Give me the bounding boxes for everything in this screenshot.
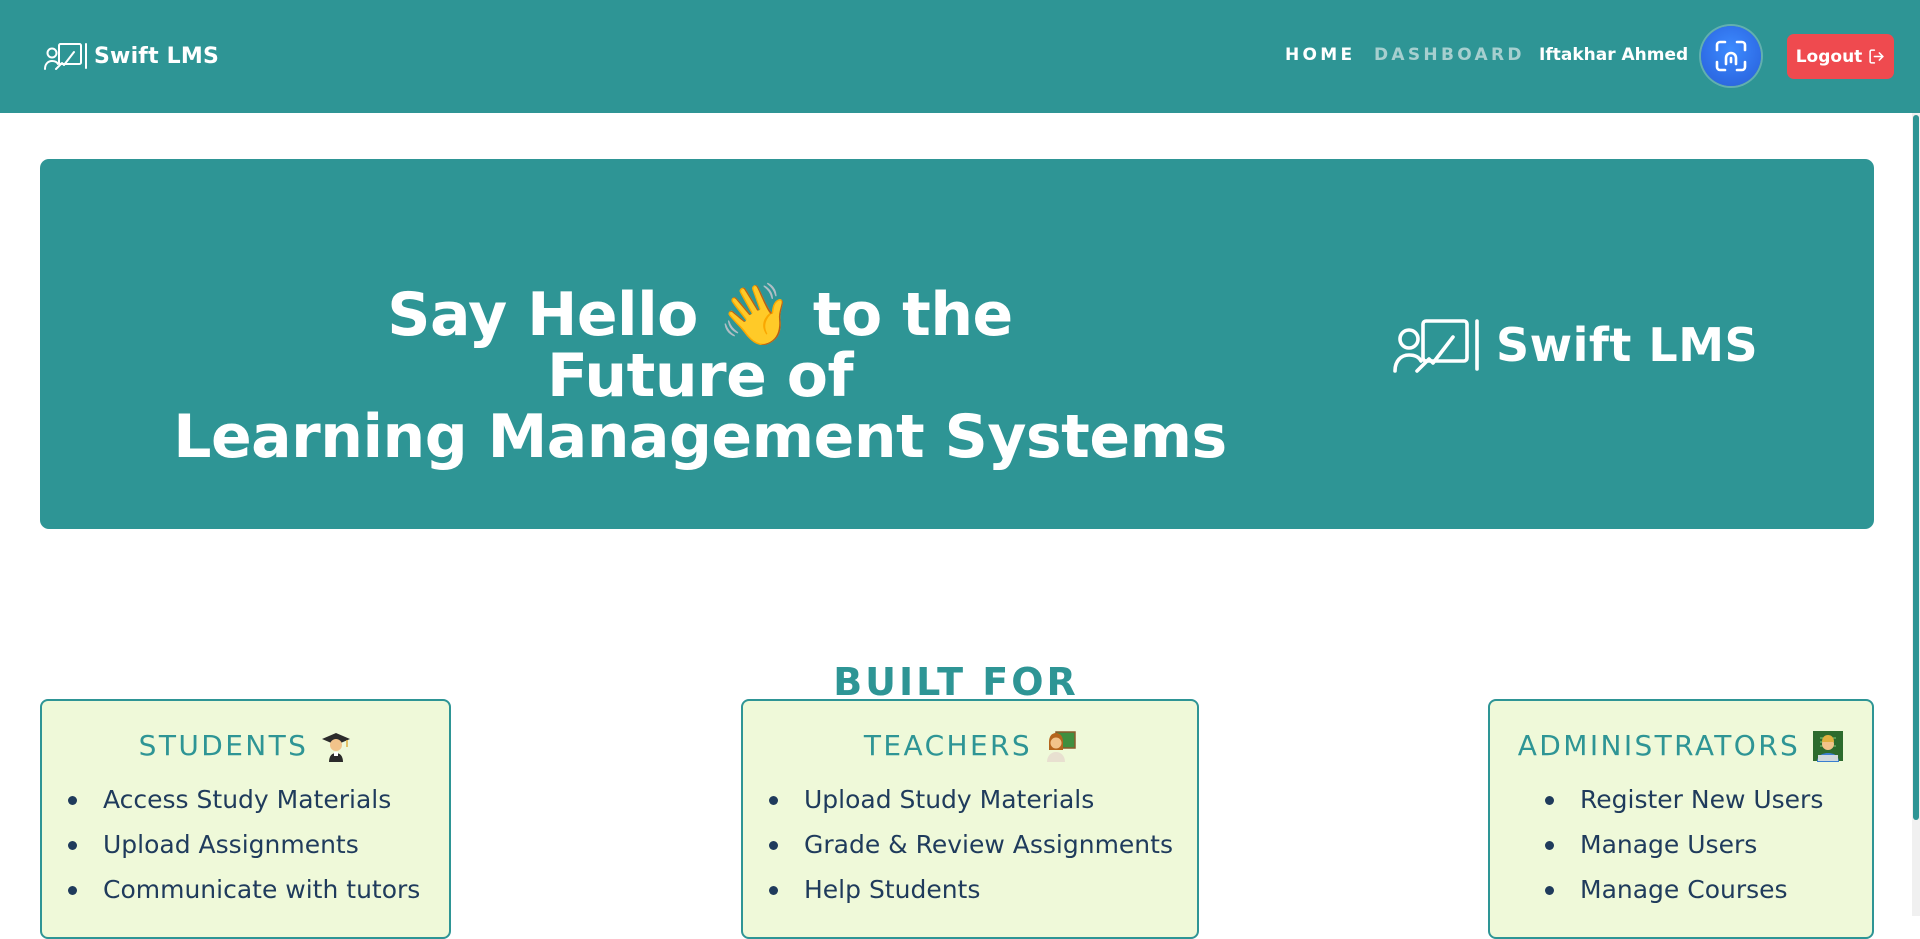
- hero-title: Say Hello 👋 to the Future of Learning Ma…: [150, 285, 1250, 468]
- technologist-emoji-icon: [1813, 730, 1844, 762]
- nav-dashboard-link[interactable]: DASHBOARD: [1374, 45, 1525, 65]
- list-item: Communicate with tutors: [68, 867, 449, 912]
- administrators-title: ADMINISTRATORS: [1517, 729, 1801, 762]
- brand-name: Swift LMS: [94, 43, 220, 69]
- list-item: Upload Study Materials: [769, 777, 1197, 822]
- navbar: Swift LMS HOME DASHBOARD Iftakhar Ahmed …: [0, 0, 1920, 113]
- administrators-features-list: Register New Users Manage Users Manage C…: [1490, 777, 1872, 912]
- hero-logo: Swift LMS: [1390, 317, 1758, 373]
- students-title: STUDENTS: [138, 729, 309, 762]
- card-title: ADMINISTRATORS: [1490, 729, 1872, 762]
- list-item: Upload Assignments: [68, 822, 449, 867]
- logout-icon: [1869, 49, 1884, 64]
- hero-title-line-2: Future of: [546, 341, 854, 412]
- list-item: Grade & Review Assignments: [769, 822, 1197, 867]
- list-item: Manage Users: [1545, 822, 1872, 867]
- classroom-logo-icon: [1393, 319, 1479, 373]
- list-item: Access Study Materials: [68, 777, 449, 822]
- brand-link[interactable]: Swift LMS: [44, 42, 219, 70]
- classroom-logo-icon: [44, 42, 90, 70]
- scrollbar-thumb[interactable]: [1913, 115, 1919, 820]
- hero-banner: Say Hello 👋 to the Future of Learning Ma…: [40, 159, 1874, 529]
- avatar[interactable]: [1701, 26, 1761, 86]
- card-title: STUDENTS: [42, 729, 449, 762]
- list-item: Manage Courses: [1545, 867, 1872, 912]
- built-for-heading: BUILT FOR: [833, 659, 1079, 704]
- user-name: Iftakhar Ahmed: [1539, 45, 1689, 65]
- teachers-features-list: Upload Study Materials Grade & Review As…: [743, 777, 1197, 912]
- teachers-title: TEACHERS: [863, 729, 1033, 762]
- list-item: Help Students: [769, 867, 1197, 912]
- teachers-card: TEACHERS Upload Study Materials Grade & …: [741, 699, 1199, 939]
- list-item: Register New Users: [1545, 777, 1872, 822]
- logout-label: Logout: [1795, 46, 1863, 67]
- hero-logo-text: Swift LMS: [1496, 318, 1759, 372]
- administrators-card: ADMINISTRATORS Register New Users Manage…: [1488, 699, 1874, 939]
- face-scan-icon: [1715, 40, 1747, 72]
- teacher-emoji-icon: [1047, 730, 1076, 762]
- hero-title-line-3: Learning Management Systems: [173, 402, 1227, 473]
- card-title: TEACHERS: [743, 729, 1197, 762]
- students-card: STUDENTS Access Study Materials Upload A…: [40, 699, 451, 939]
- hero-title-line-1: Say Hello 👋 to the: [387, 280, 1013, 351]
- nav-home-link[interactable]: HOME: [1285, 45, 1355, 65]
- logout-button[interactable]: Logout: [1787, 34, 1894, 79]
- student-emoji-icon: [322, 732, 351, 762]
- students-features-list: Access Study Materials Upload Assignment…: [42, 777, 449, 912]
